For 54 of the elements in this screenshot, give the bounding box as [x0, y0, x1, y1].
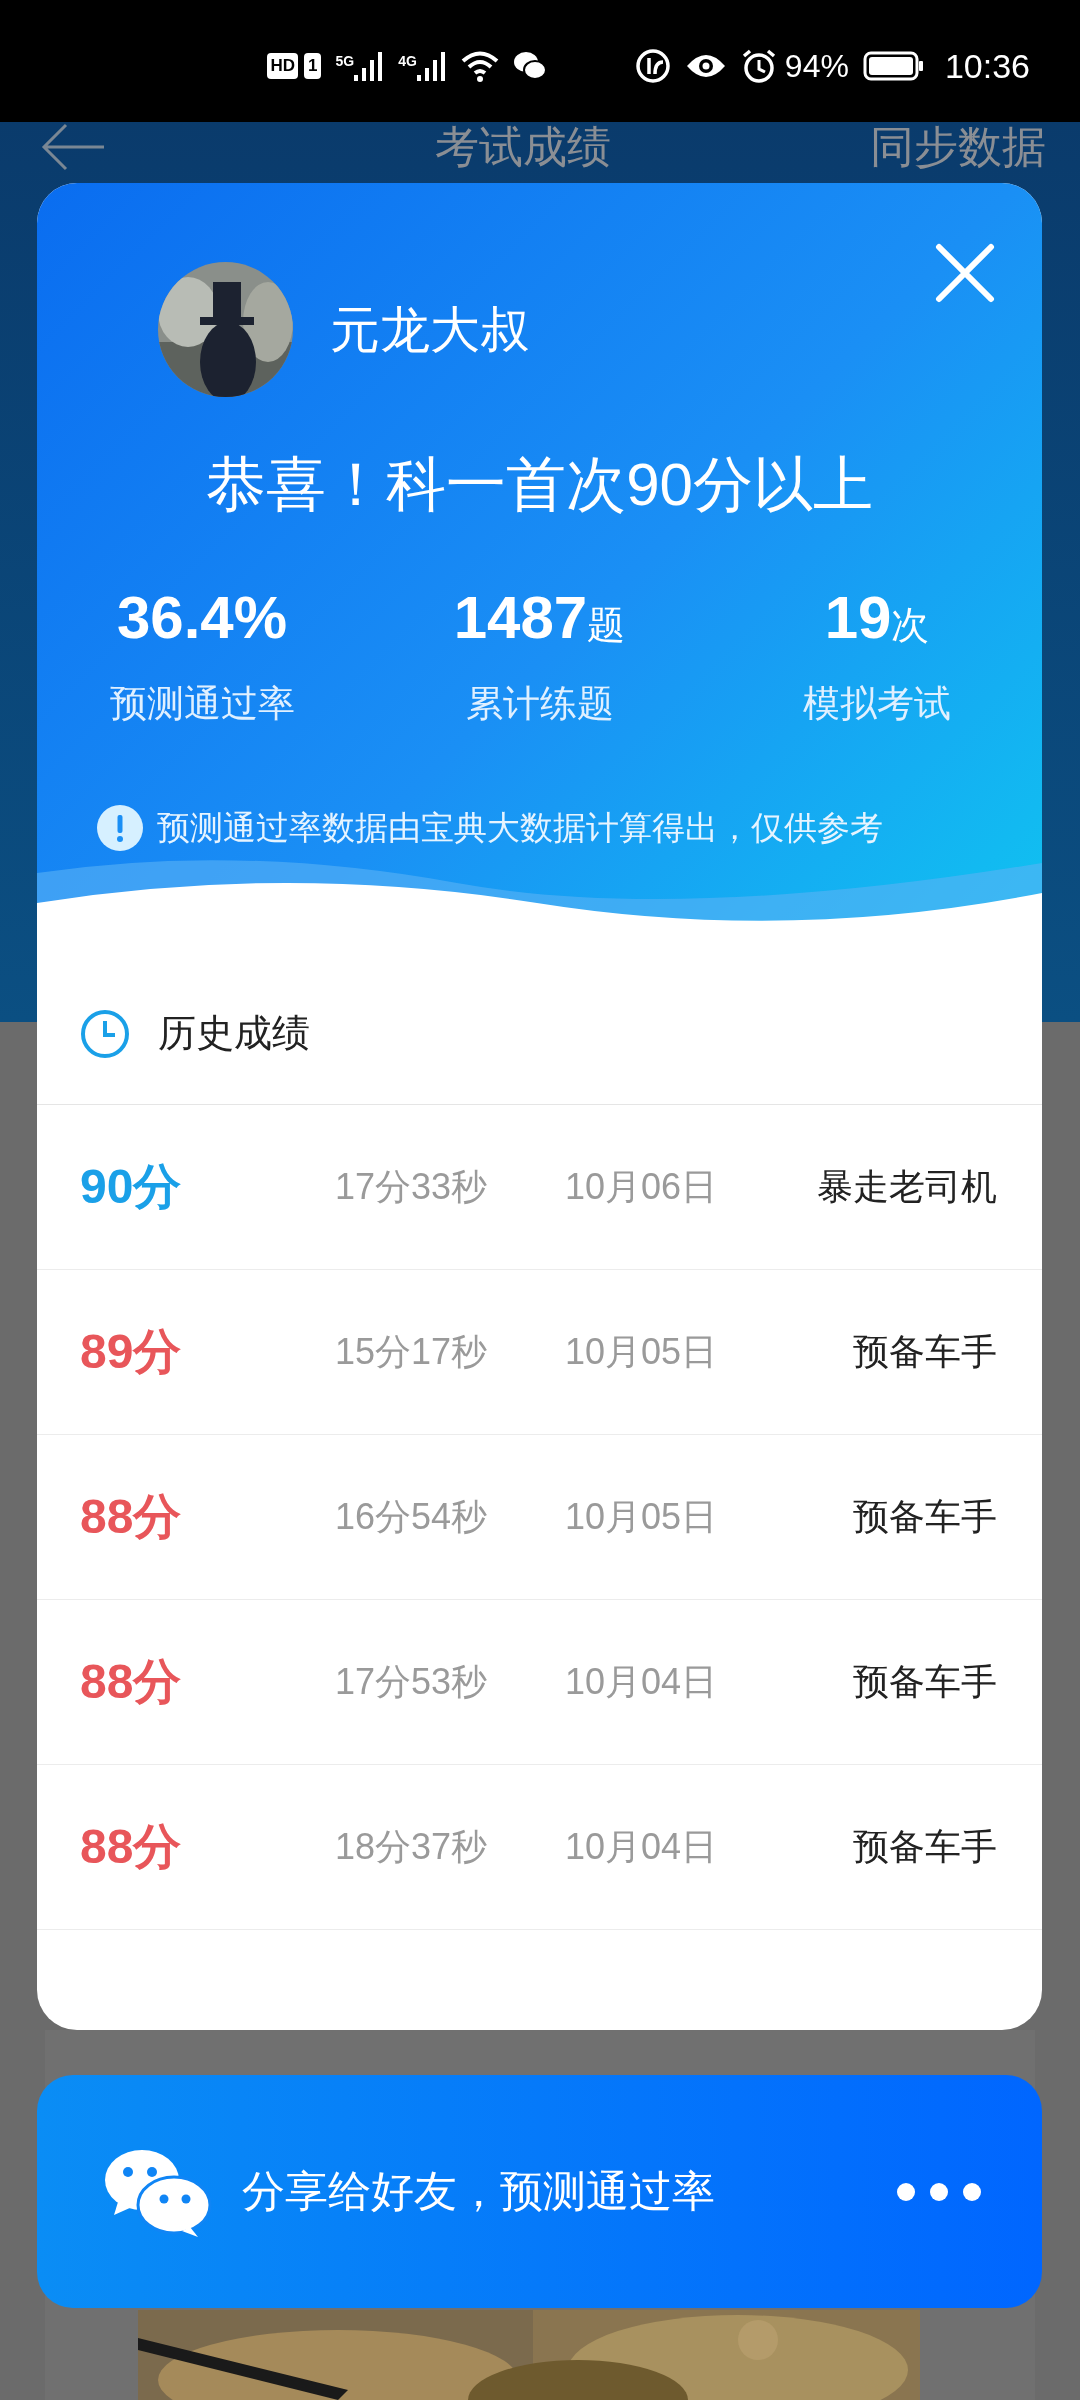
stat-unit: 次	[891, 603, 930, 648]
score-text: 88分	[80, 1819, 183, 1875]
info-icon	[97, 804, 143, 851]
alarm-icon	[740, 48, 777, 84]
chat-icon	[512, 51, 547, 81]
rank-text: 预备车手	[852, 1660, 997, 1704]
stat-value: 36.4%	[116, 583, 288, 653]
date-text: 10月04日	[565, 1825, 719, 1869]
rank-text: 预备车手	[852, 1825, 997, 1869]
score-text: 90分	[80, 1159, 183, 1215]
duration-text: 16分54秒	[335, 1495, 489, 1539]
date-text: 10月05日	[565, 1495, 719, 1539]
duration-text: 18分37秒	[335, 1825, 489, 1869]
rank-text: 暴走老司机	[816, 1165, 997, 1209]
stat-label: 模拟考试	[803, 682, 951, 726]
rank-text: 预备车手	[852, 1495, 997, 1539]
stat-value: 1487	[453, 583, 588, 653]
score-text: 88分	[80, 1654, 183, 1710]
date-text: 10月05日	[565, 1330, 719, 1374]
sim-badge: 1	[304, 53, 322, 79]
wifi-icon	[460, 50, 499, 82]
duration-text: 17分53秒	[335, 1660, 489, 1704]
more-icon[interactable]	[896, 2181, 982, 2202]
stat-label: 累计练题	[465, 682, 614, 726]
network-label: 5G	[335, 52, 355, 71]
page-title: 考试成绩	[435, 123, 611, 171]
back-arrow-icon[interactable]	[40, 122, 106, 172]
share-bar[interactable]: 分享给好友，预测通过率	[37, 2075, 1042, 2308]
notice-text: 预测通过率数据由宝典大数据计算得出，仅供参考	[157, 808, 883, 848]
stat-label: 预测通过率	[109, 682, 295, 726]
history-title: 历史成绩	[158, 1011, 310, 1056]
network-label: 4G	[398, 52, 417, 71]
date-text: 10月04日	[565, 1660, 719, 1704]
clock-icon	[80, 1008, 130, 1059]
signal-icon	[354, 51, 385, 81]
user-name: 元龙大叔	[330, 301, 530, 360]
rank-text: 预备车手	[852, 1330, 997, 1374]
duration-text: 15分17秒	[335, 1330, 489, 1374]
sync-data-link[interactable]: 同步数据	[870, 123, 1046, 171]
close-icon[interactable]	[935, 243, 995, 303]
battery-percent: 94%	[784, 47, 849, 86]
clock-time: 10:36	[944, 45, 1030, 87]
congratulation-headline: 恭喜！科一首次90分以上	[205, 450, 874, 520]
share-text: 分享给好友，预测通过率	[242, 2166, 715, 2218]
hd-badge: HD	[267, 53, 298, 79]
eye-icon	[684, 52, 727, 80]
date-text: 10月06日	[565, 1165, 719, 1209]
signal-icon	[416, 51, 447, 81]
score-text: 88分	[80, 1489, 183, 1545]
score-text: 89分	[80, 1324, 183, 1380]
duration-text: 17分33秒	[335, 1165, 489, 1209]
stat-value: 19	[824, 583, 892, 653]
stat-unit: 题	[587, 603, 626, 648]
battery-icon	[862, 51, 925, 81]
